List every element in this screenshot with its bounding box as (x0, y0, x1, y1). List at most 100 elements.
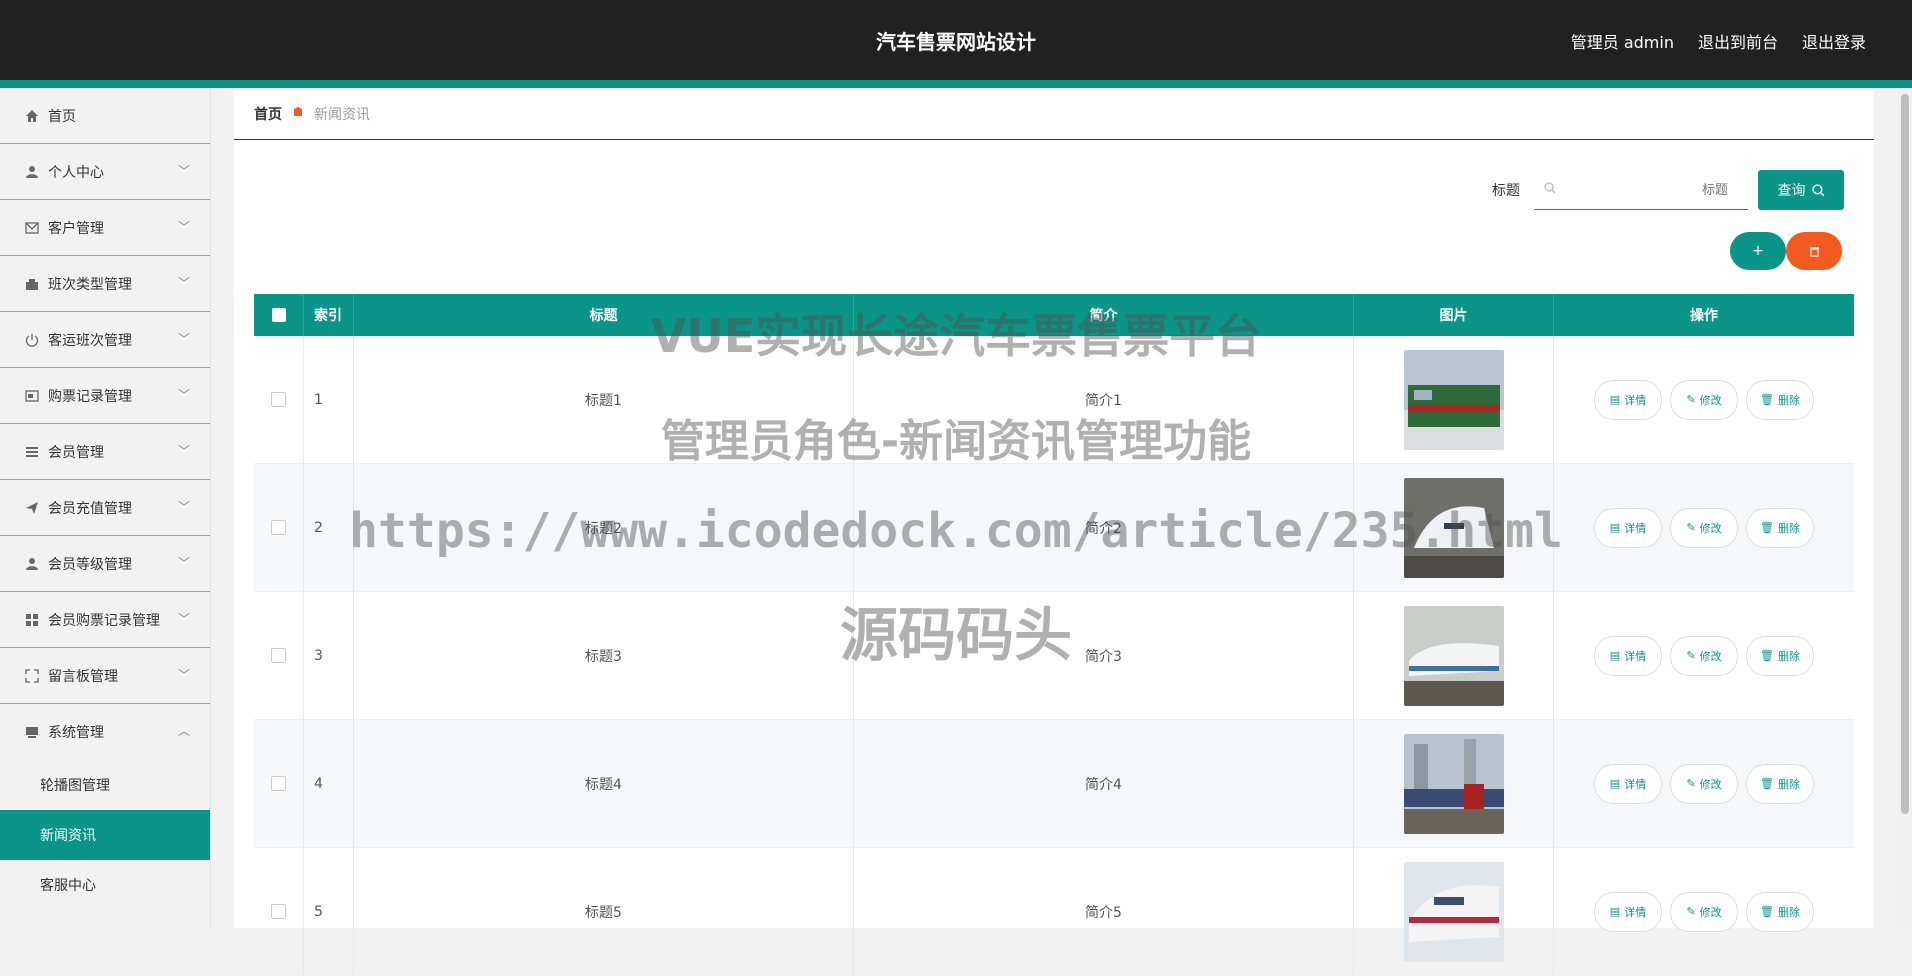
edit-button[interactable]: ✎ 修改 (1670, 507, 1738, 548)
pencil-icon: ✎ (1686, 521, 1696, 534)
news-table: 索引 标题 简介 图片 操作 1 标题1 简介1 ▤详情 ✎修改 🗑删除 (254, 294, 1854, 976)
header-intro: 简介 (854, 294, 1354, 336)
sidebar-item-member-recharge[interactable]: 会员充值管理 ﹀ (0, 480, 210, 536)
sidebar-item-trip-type[interactable]: 班次类型管理 ﹀ (0, 256, 210, 312)
trash-icon: 🗑 (1760, 905, 1774, 918)
chevron-up-icon: ︿ (177, 724, 190, 738)
sidebar-item-label: 留言板管理 (48, 668, 118, 685)
chevron-down-icon: ﹀ (177, 444, 190, 458)
doc-icon: ▤ (1609, 777, 1621, 790)
scrollbar-thumb[interactable] (1901, 94, 1909, 814)
sidebar-item-label: 系统管理 (48, 725, 104, 741)
sidebar-item-system[interactable]: 系统管理 ︿ (0, 704, 210, 760)
edit-label: 修改 (1699, 649, 1722, 663)
chevron-down-icon: ﹀ (177, 276, 190, 290)
page-scrollbar[interactable] (1898, 88, 1912, 928)
row-image-cell (1354, 848, 1554, 975)
detail-button[interactable]: ▤ 详情 (1594, 635, 1662, 676)
sidebar-item-home[interactable]: 首页 (0, 88, 210, 144)
detail-button[interactable]: ▤ 详情 (1594, 891, 1662, 932)
edit-button[interactable]: ✎ 修改 (1670, 635, 1738, 676)
sidebar-item-label: 个人中心 (48, 164, 104, 181)
edit-button[interactable]: ✎ 修改 (1670, 763, 1738, 804)
send-icon (24, 500, 40, 516)
edit-button[interactable]: ✎ 修改 (1670, 379, 1738, 420)
row-checkbox[interactable] (271, 904, 286, 919)
sidebar-item-ticket-record[interactable]: 购票记录管理 ﹀ (0, 368, 210, 424)
row-check-cell (254, 592, 304, 719)
search-input[interactable] (1556, 181, 1736, 198)
sidebar-item-member-ticket[interactable]: 会员购票记录管理 ﹀ (0, 592, 210, 648)
sidebar-item-label: 会员购票记录管理 (48, 612, 160, 629)
row-ops: ▤ 详情 ✎ 修改 🗑 删除 (1554, 336, 1854, 463)
pencil-icon: ✎ (1686, 777, 1696, 790)
delete-label: 删除 (1777, 777, 1800, 791)
row-title: 标题4 (354, 720, 854, 847)
add-button[interactable]: + (1730, 232, 1786, 270)
sidebar-item-message-board[interactable]: 留言板管理 ﹀ (0, 648, 210, 704)
header-image: 图片 (1354, 294, 1554, 336)
delete-button[interactable]: 🗑 删除 (1746, 507, 1814, 548)
select-all-checkbox[interactable] (271, 308, 286, 322)
row-checkbox[interactable] (271, 392, 286, 407)
sidebar-subitem-news[interactable]: 新闻资讯 (0, 810, 210, 860)
table-row: 3 标题3 简介3 ▤ 详情 ✎ 修改 🗑 删除 (254, 592, 1854, 720)
sidebar-item-label: 会员充值管理 (48, 500, 132, 517)
row-checkbox[interactable] (271, 520, 286, 535)
monitor-icon (24, 724, 40, 740)
sidebar-item-trip[interactable]: 客运班次管理 ﹀ (0, 312, 210, 368)
delete-button[interactable]: 🗑 删除 (1746, 763, 1814, 804)
back-to-front-link[interactable]: 退出到前台 (1698, 29, 1778, 53)
detail-button[interactable]: ▤ 详情 (1594, 763, 1662, 804)
admin-user-label[interactable]: 管理员 admin (1571, 29, 1674, 53)
row-image-cell (1354, 464, 1554, 591)
breadcrumb-separator-icon (292, 106, 304, 121)
sidebar-item-personal-center[interactable]: 个人中心 ﹀ (0, 144, 210, 200)
chevron-down-icon: ﹀ (177, 500, 190, 514)
row-checkbox[interactable] (271, 776, 286, 791)
row-checkbox[interactable] (271, 648, 286, 663)
chevron-down-icon: ﹀ (177, 388, 190, 402)
table-row: 1 标题1 简介1 ▤ 详情 ✎ 修改 🗑 删除 (254, 336, 1854, 464)
delete-label: 删除 (1777, 649, 1800, 663)
detail-button[interactable]: ▤ 详情 (1594, 379, 1662, 420)
row-index: 2 (304, 464, 354, 591)
sidebar: 首页 个人中心 ﹀ 客户管理 ﹀ 班次类型管理 ﹀ 客运班次管理 ﹀ 购票记录管… (0, 88, 211, 928)
sidebar-item-label: 客运班次管理 (48, 332, 132, 349)
sidebar-item-member-level[interactable]: 会员等级管理 ﹀ (0, 536, 210, 592)
delete-button[interactable]: 🗑 删除 (1746, 891, 1814, 932)
news-image (1403, 605, 1504, 706)
breadcrumb-home[interactable]: 首页 (254, 104, 282, 124)
delete-button[interactable]: 🗑 删除 (1746, 635, 1814, 676)
delete-button[interactable]: 🗑 删除 (1746, 379, 1814, 420)
news-image (1403, 349, 1504, 450)
select-all-cell (254, 294, 304, 336)
sidebar-item-member[interactable]: 会员管理 ﹀ (0, 424, 210, 480)
batch-delete-button[interactable] (1786, 232, 1842, 270)
query-button[interactable]: 查询 (1758, 170, 1844, 210)
sidebar-item-label: 班次类型管理 (48, 276, 132, 293)
pencil-icon: ✎ (1686, 905, 1696, 918)
row-image-cell (1354, 336, 1554, 463)
row-index: 3 (304, 592, 354, 719)
sidebar-item-customer[interactable]: 客户管理 ﹀ (0, 200, 210, 256)
row-title: 标题2 (354, 464, 854, 591)
detail-button[interactable]: ▤ 详情 (1594, 507, 1662, 548)
edit-button[interactable]: ✎ 修改 (1670, 891, 1738, 932)
query-button-label: 查询 (1777, 182, 1806, 198)
row-intro: 简介3 (854, 592, 1354, 719)
header-ops: 操作 (1690, 308, 1718, 324)
logout-link[interactable]: 退出登录 (1802, 29, 1866, 53)
chevron-down-icon: ﹀ (177, 332, 190, 346)
table-row: 5 标题5 简介5 ▤ 详情 ✎ 修改 🗑 删除 (254, 848, 1854, 976)
sidebar-subitem-service[interactable]: 客服中心 (0, 860, 210, 910)
delete-label: 删除 (1777, 905, 1800, 919)
edit-label: 修改 (1699, 905, 1722, 919)
news-image (1403, 477, 1504, 578)
sidebar-subitem-carousel[interactable]: 轮播图管理 (0, 760, 210, 810)
edit-label: 修改 (1699, 777, 1722, 791)
chevron-down-icon: ﹀ (177, 164, 190, 178)
row-intro: 简介5 (854, 848, 1354, 975)
list-icon (24, 444, 40, 460)
row-index: 1 (304, 336, 354, 463)
